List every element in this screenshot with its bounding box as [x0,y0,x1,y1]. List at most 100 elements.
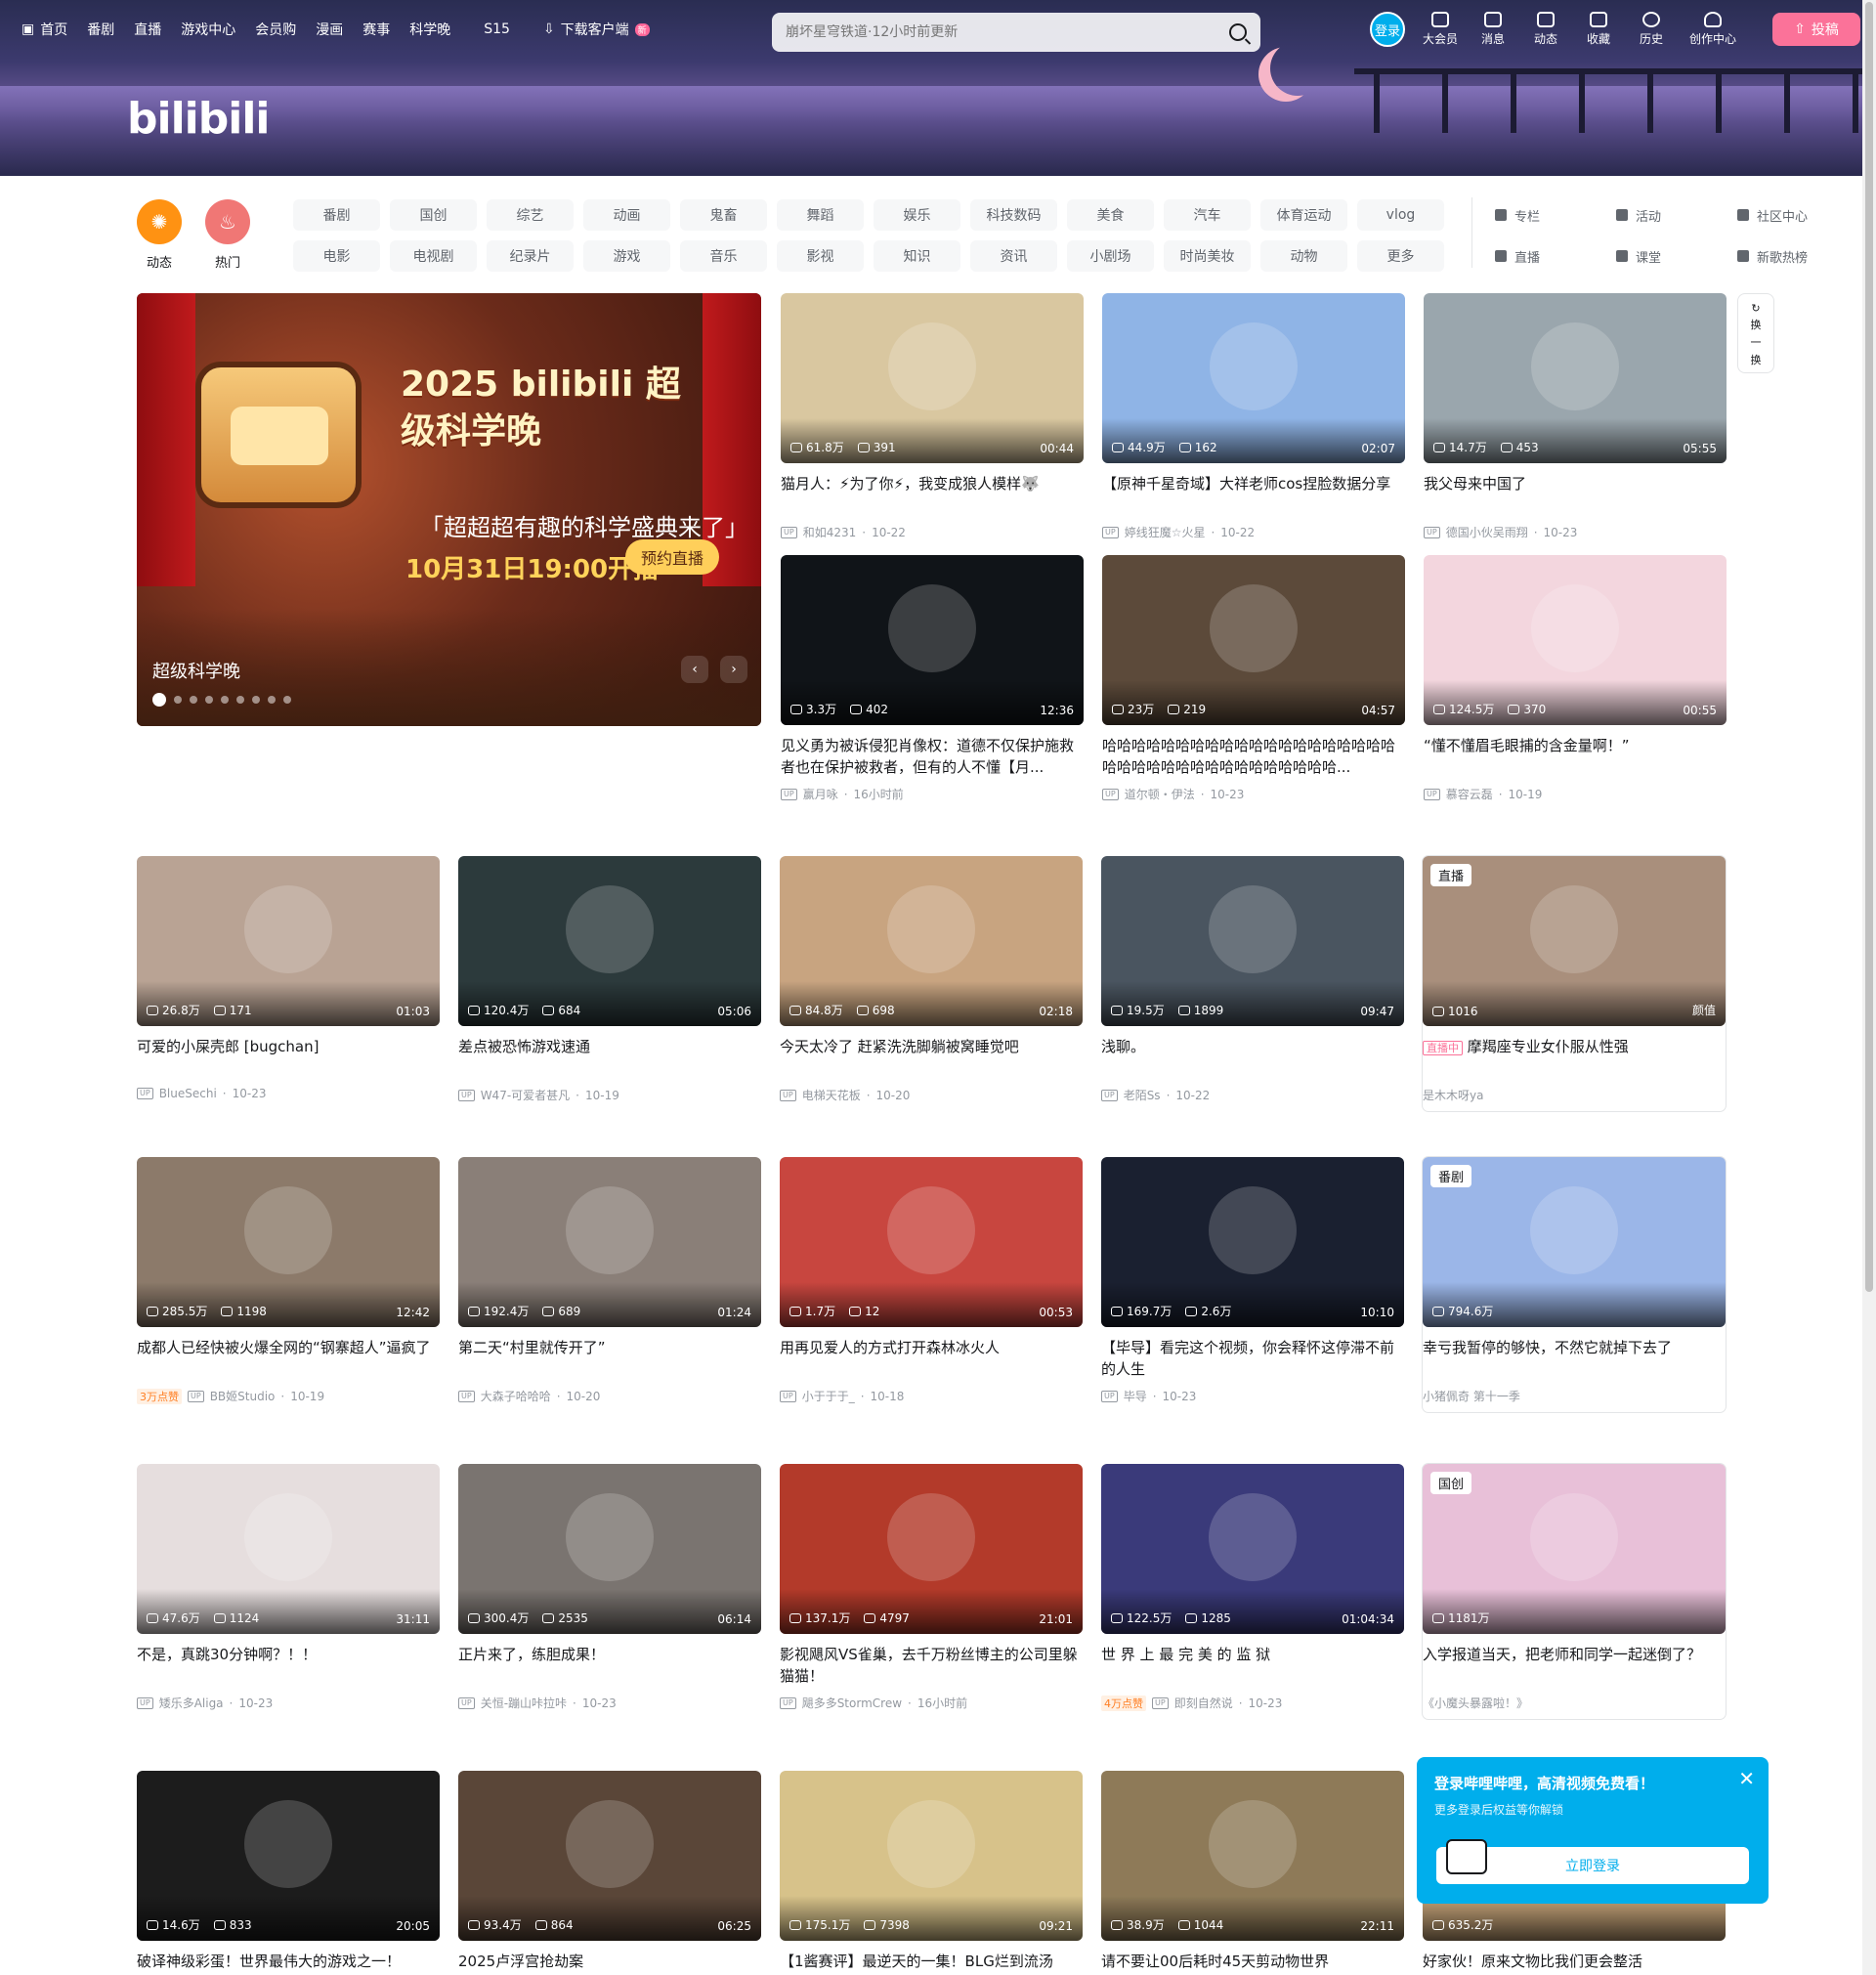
video-thumbnail[interactable]: 120.4万 684 05:06 [458,856,761,1026]
video-card[interactable]: 番剧 794.6万幸亏我暂停的够快，不然它就掉下去了小猪佩奇 第十一季 [1423,1157,1726,1412]
uploader-name[interactable]: 是木木呀ya [1423,1087,1483,1103]
video-card[interactable]: 38.9万 1044 22:11 请不要让00后耗时45天剪动物世界 [1101,1771,1404,1975]
video-thumbnail[interactable]: 14.6万 833 20:05 [137,1771,440,1941]
video-title[interactable]: 2025卢浮宫抢劫案 [458,1951,761,1975]
carousel-dot[interactable] [283,696,291,704]
tool-link[interactable]: 社区中心 [1737,199,1858,231]
channel-chip[interactable]: 科技数码 [970,199,1057,231]
uploader-name[interactable]: BlueSechi [159,1087,217,1100]
tool-link[interactable]: 直播 [1495,240,1616,272]
tool-link[interactable]: 专栏 [1495,199,1616,231]
nav-home[interactable]: ▣ 首页 [21,20,67,39]
video-title[interactable]: 不是，真跳30分钟啊？！！ [137,1644,440,1687]
close-icon[interactable]: ✕ [1738,1767,1755,1790]
page-scrollbar[interactable] [1862,0,1876,1975]
channel-chip[interactable]: 美食 [1067,199,1154,231]
uploader-name[interactable]: 关恒-蹦山咔拉咔 [481,1695,567,1711]
video-card[interactable]: 23万 219 04:57 哈哈哈哈哈哈哈哈哈哈哈哈哈哈哈哈哈哈哈哈哈哈哈哈哈哈哈哈哈… [1102,555,1405,802]
prev-arrow-icon[interactable]: ‹ [681,656,708,683]
nav-creator-center[interactable]: 创作中心 [1686,12,1739,47]
video-title[interactable]: 猫月人：⚡为了你⚡，我变成狼人模样🐺 [781,473,1084,516]
channel-chip[interactable]: 知识 [874,240,960,272]
video-thumbnail[interactable]: 47.6万 1124 31:11 [137,1464,440,1634]
nav-history[interactable]: 历史 [1634,12,1669,47]
video-thumbnail[interactable]: 122.5万 1285 01:04:34 [1101,1464,1404,1634]
nav-download-client[interactable]: ⇩ 下载客户端 新 [543,20,650,39]
uploader-name[interactable]: 矮乐多Aliga [159,1695,224,1711]
banner-carousel[interactable]: 2025 bilibili 超级科学晚 「超超超有趣的科学盛典来了」 10月31… [137,293,761,726]
video-card[interactable]: 14.7万 453 05:55 我父母来中国了 UP 德国小伙吴雨翔 · 10-23 [1424,293,1727,540]
nav-messages[interactable]: 消息 [1475,12,1511,47]
channel-hot[interactable]: ♨ 热门 [205,199,250,271]
video-card[interactable]: 120.4万 684 05:06 差点被恐怖游戏速通 UP W47-可爱者甚凡 · 10-19 [458,856,761,1103]
video-card[interactable]: 175.1万 7398 09:21 【1酱赛评】最逆天的一集！BLG烂到流汤 [780,1771,1083,1975]
video-thumbnail[interactable]: 番剧 794.6万 [1423,1157,1726,1327]
video-title[interactable]: 幸亏我暂停的够快，不然它就掉下去了 [1423,1337,1726,1380]
video-title[interactable]: 第二天“村里就传开了” [458,1337,761,1380]
video-title[interactable]: 直播中 摩羯座专业女仆服从性强 [1423,1036,1726,1079]
uploader-name[interactable]: 慕容云磊 [1446,786,1493,802]
channel-chip[interactable]: 电视剧 [390,240,477,272]
video-title[interactable]: 请不要让00后耗时45天剪动物世界 [1101,1951,1404,1975]
carousel-dot[interactable] [236,696,244,704]
carousel-dot[interactable] [152,693,166,707]
video-thumbnail[interactable]: 国创 1181万 [1423,1464,1726,1634]
video-thumbnail[interactable]: 19.5万 1899 09:47 [1101,856,1404,1026]
nav-live[interactable]: 直播 [134,20,161,39]
nav-dynamic[interactable]: 动态 [1528,12,1563,47]
channel-chip[interactable]: vlog [1357,199,1444,231]
next-arrow-icon[interactable]: › [720,656,747,683]
video-title[interactable]: 正片来了，练胆成果！ [458,1644,761,1687]
channel-chip[interactable]: 时尚美妆 [1164,240,1251,272]
channel-chip[interactable]: 资讯 [970,240,1057,272]
video-title[interactable]: 破译神级彩蛋！世界最伟大的游戏之一！ [137,1951,440,1975]
uploader-name[interactable]: BB姬Studio [210,1388,276,1404]
tool-link[interactable]: 课堂 [1616,240,1737,272]
nav-favorites[interactable]: 收藏 [1581,12,1616,47]
video-card[interactable]: 19.5万 1899 09:47 浅聊。 UP 老陌Ss · 10-22 [1101,856,1404,1103]
uploader-name[interactable]: 小于于于_ [802,1388,855,1404]
nav-vip[interactable]: 大会员 [1423,12,1458,47]
reserve-live-button[interactable]: 预约直播 [625,539,720,575]
video-title[interactable]: 见义勇为被诉侵犯肖像权：道德不仅保护施救者也在保护被救者，但有的人不懂【月... [781,735,1084,778]
video-card[interactable]: 137.1万 4797 21:01 影视飓风VS雀巢，去千万粉丝博主的公司里躲猫猫！ U… [780,1464,1083,1711]
video-card[interactable]: 122.5万 1285 01:04:34 世 界 上 最 完 美 的 监 狱 4万点赞 U… [1101,1464,1404,1711]
channel-chip[interactable]: 国创 [390,199,477,231]
video-card[interactable]: 61.8万 391 00:44 猫月人：⚡为了你⚡，我变成狼人模样🐺 UP 和如4231 ·… [781,293,1084,540]
channel-chip[interactable]: 动物 [1260,240,1347,272]
video-title[interactable]: 影视飓风VS雀巢，去千万粉丝博主的公司里躲猫猫！ [780,1644,1083,1687]
uploader-name[interactable]: 和如4231 [803,524,857,540]
video-card[interactable]: 3.3万 402 12:36 见义勇为被诉侵犯肖像权：道德不仅保护施救者也在保护被救者… [781,555,1084,802]
uploader-name[interactable]: 即刻自然说 [1174,1695,1233,1711]
channel-chip[interactable]: 娱乐 [874,199,960,231]
video-title[interactable]: 可爱的小屎壳郎 [bugchan] [137,1036,440,1079]
video-title[interactable]: 【1酱赛评】最逆天的一集！BLG烂到流汤 [780,1951,1083,1975]
uploader-name[interactable]: 大森子哈哈哈 [481,1388,551,1404]
tool-link[interactable]: 新歌热榜 [1737,240,1858,272]
video-card[interactable]: 300.4万 2535 06:14 正片来了，练胆成果！ UP 关恒-蹦山咔拉咔 · 10-2… [458,1464,761,1711]
carousel-dot[interactable] [174,696,182,704]
nav-science-night[interactable]: 科学晚 [409,20,450,39]
uploader-name[interactable]: 小猪佩奇 第十一季 [1423,1388,1520,1404]
channel-chip[interactable]: 鬼畜 [680,199,767,231]
video-card[interactable]: 169.7万 2.6万 10:10 【毕导】看完这个视频，你会释怀这停滞不前的人生 UP… [1101,1157,1404,1404]
uploader-name[interactable]: 婷线狂魔☆火星 [1125,524,1206,540]
carousel-dot[interactable] [268,696,276,704]
video-thumbnail[interactable]: 44.9万 162 02:07 [1102,293,1405,463]
uploader-name[interactable]: 电梯天花板 [802,1087,861,1103]
nav-s15[interactable]: S15 [484,21,510,37]
nav-manga[interactable]: 漫画 [316,20,343,39]
video-card[interactable]: 47.6万 1124 31:11 不是，真跳30分钟啊？！！ UP 矮乐多Aliga · 10… [137,1464,440,1711]
upload-button[interactable]: ⇧ 投稿 [1772,13,1860,46]
video-title[interactable]: 用再见爱人的方式打开森林冰火人 [780,1337,1083,1380]
video-card[interactable]: 26.8万 171 01:03 可爱的小屎壳郎 [bugchan] UP BlueSech… [137,856,440,1100]
video-title[interactable]: 浅聊。 [1101,1036,1404,1079]
video-card[interactable]: 直播 1016 颜值 直播中 摩羯座专业女仆服从性强 是木木呀ya [1423,856,1726,1111]
channel-chip[interactable]: 音乐 [680,240,767,272]
tool-link[interactable]: 活动 [1616,199,1737,231]
video-title[interactable]: 差点被恐怖游戏速通 [458,1036,761,1079]
nav-bangumi[interactable]: 番剧 [87,20,114,39]
channel-chip[interactable]: 汽车 [1164,199,1251,231]
video-thumbnail[interactable]: 38.9万 1044 22:11 [1101,1771,1404,1941]
search-icon[interactable] [1229,23,1247,41]
